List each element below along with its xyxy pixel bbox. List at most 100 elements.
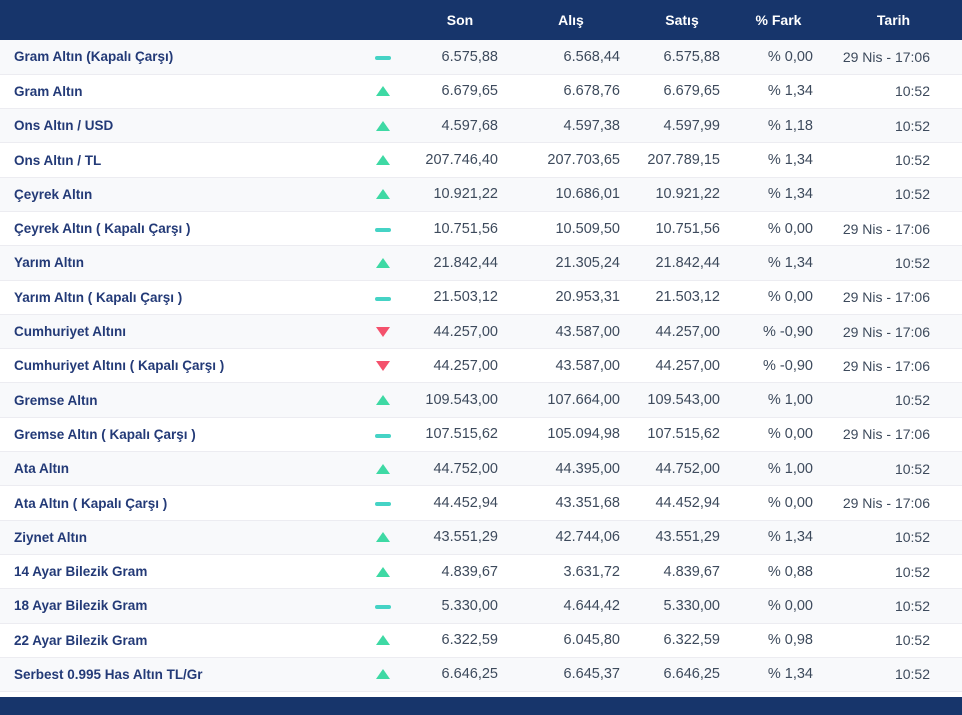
buy-price: 6.645,37: [563, 666, 620, 683]
buy-price: 105.094,98: [547, 426, 620, 443]
table-row[interactable]: 22 Ayar Bilezik Gram 6.322,59 6.045,80 6…: [0, 623, 962, 658]
table-row[interactable]: Ons Altın / TL 207.746,40 207.703,65 207…: [0, 142, 962, 178]
last-price: 44.257,00: [433, 323, 498, 340]
percent-change: % 0,88: [767, 563, 813, 580]
trend-down-icon: [376, 326, 390, 337]
last-price: 6.646,25: [441, 666, 498, 683]
sell-price: 4.839,67: [663, 563, 720, 580]
instrument-name-link[interactable]: 18 Ayar Bilezik Gram: [0, 589, 356, 623]
instrument-name-link[interactable]: Yarım Altın ( Kapalı Çarşı ): [0, 280, 356, 314]
sell-price: 44.257,00: [655, 357, 720, 374]
instrument-name-link[interactable]: Cumhuriyet Altını: [0, 314, 356, 348]
buy-price: 3.631,72: [563, 563, 620, 580]
sell-price: 44.452,94: [655, 495, 720, 511]
instrument-name-link[interactable]: Gremse Altın: [0, 383, 356, 417]
percent-change: % 1,00: [767, 392, 813, 409]
trend-flat-icon: [375, 433, 391, 438]
last-update-time: 10:52: [894, 83, 930, 100]
trend-up-icon: [376, 257, 390, 268]
sell-price: 44.752,00: [655, 460, 720, 477]
trend-up-icon: [376, 120, 390, 131]
trend-up-icon: [376, 463, 390, 474]
buy-price: 4.644,42: [563, 597, 620, 614]
header-trend-column: [356, 0, 410, 40]
trend-cell: [356, 623, 410, 657]
instrument-name-link[interactable]: 22 Ayar Bilezik Gram: [0, 623, 356, 657]
trend-cell: [356, 177, 410, 211]
table-row[interactable]: Cumhuriyet Altını 44.257,00 43.587,00 44…: [0, 314, 962, 349]
last-price: 6.679,65: [441, 83, 498, 100]
instrument-name-link[interactable]: 14 Ayar Bilezik Gram: [0, 554, 356, 588]
instrument-name-link[interactable]: Serbest 0.995 Has Altın TL/Gr: [0, 657, 356, 691]
instrument-name-link[interactable]: Gremse Altın ( Kapalı Çarşı ): [0, 417, 356, 451]
percent-change: % 1,34: [767, 186, 813, 203]
header-fark: % Fark: [732, 0, 825, 40]
instrument-name-link[interactable]: Çeyrek Altın: [0, 177, 356, 211]
instrument-name-link[interactable]: Ziynet Altın: [0, 520, 356, 554]
trend-cell: [356, 40, 410, 74]
buy-price: 6.678,76: [563, 83, 620, 100]
percent-change: % 0,00: [767, 426, 813, 443]
table-row[interactable]: Ons Altın / USD 4.597,68 4.597,38 4.597,…: [0, 108, 962, 143]
instrument-name-link[interactable]: Ata Altın: [0, 452, 356, 486]
table-row[interactable]: Çeyrek Altın 10.921,22 10.686,01 10.921,…: [0, 177, 962, 212]
trend-cell: [356, 417, 410, 451]
table-row[interactable]: Serbest 0.995 Has Altın TL/Gr 6.646,25 6…: [0, 657, 962, 692]
instrument-name-link[interactable]: Gram Altın (Kapalı Çarşı): [0, 40, 356, 74]
sell-price: 21.842,44: [655, 254, 720, 271]
instrument-name-link[interactable]: Ons Altın / TL: [0, 143, 356, 177]
gold-prices-table: Son Alış Satış % Fark Tarih Gram Altın (…: [0, 0, 962, 692]
instrument-name-link[interactable]: Çeyrek Altın ( Kapalı Çarşı ): [0, 211, 356, 245]
header-tarih: Tarih: [825, 0, 962, 40]
last-update-time: 10:52: [894, 460, 930, 477]
table-row[interactable]: Gram Altın 6.679,65 6.678,76 6.679,65 % …: [0, 74, 962, 109]
instrument-name-link[interactable]: Ons Altın / USD: [0, 109, 356, 143]
table-row[interactable]: Ata Altın 44.752,00 44.395,00 44.752,00 …: [0, 451, 962, 486]
sell-price: 43.551,29: [655, 529, 720, 546]
trend-cell: [356, 486, 410, 520]
percent-change: % -0,90: [763, 323, 813, 340]
percent-change: % 0,00: [767, 495, 813, 511]
last-price: 43.551,29: [433, 529, 498, 546]
table-row[interactable]: 18 Ayar Bilezik Gram 5.330,00 4.644,42 5…: [0, 588, 962, 624]
trend-cell: [356, 383, 410, 417]
table-row[interactable]: Yarım Altın 21.842,44 21.305,24 21.842,4…: [0, 245, 962, 281]
last-price: 109.543,00: [425, 392, 498, 409]
table-row[interactable]: Ziynet Altın 43.551,29 42.744,06 43.551,…: [0, 520, 962, 555]
instrument-name-link[interactable]: Gram Altın: [0, 74, 356, 108]
last-update-time: 29 Nis - 17:06: [842, 426, 930, 443]
last-price: 44.452,94: [433, 495, 498, 511]
instrument-name-link[interactable]: Cumhuriyet Altını ( Kapalı Çarşı ): [0, 349, 356, 383]
table-row[interactable]: Yarım Altın ( Kapalı Çarşı ) 21.503,12 2…: [0, 280, 962, 315]
table-row[interactable]: 14 Ayar Bilezik Gram 4.839,67 3.631,72 4…: [0, 554, 962, 589]
table-row[interactable]: Gremse Altın ( Kapalı Çarşı ) 107.515,62…: [0, 417, 962, 452]
sell-price: 5.330,00: [663, 597, 720, 614]
table-row[interactable]: Cumhuriyet Altını ( Kapalı Çarşı ) 44.25…: [0, 348, 962, 383]
last-update-time: 10:52: [894, 392, 930, 409]
last-price: 10.921,22: [433, 186, 498, 203]
table-row[interactable]: Gremse Altın 109.543,00 107.664,00 109.5…: [0, 382, 962, 418]
percent-change: % 1,34: [767, 529, 813, 546]
header-satis: Satış: [632, 0, 732, 40]
percent-change: % 1,34: [767, 666, 813, 683]
last-update-time: 10:52: [894, 563, 930, 580]
instrument-name-link[interactable]: Ata Altın ( Kapalı Çarşı ): [0, 486, 356, 520]
percent-change: % 0,00: [767, 289, 813, 306]
trend-flat-icon: [375, 605, 391, 610]
trend-up-icon: [376, 669, 390, 680]
sell-price: 10.751,56: [655, 220, 720, 237]
buy-price: 44.395,00: [555, 460, 620, 477]
table-row[interactable]: Gram Altın (Kapalı Çarşı) 6.575,88 6.568…: [0, 40, 962, 75]
trend-cell: [356, 280, 410, 314]
table-row[interactable]: Çeyrek Altın ( Kapalı Çarşı ) 10.751,56 …: [0, 211, 962, 246]
buy-price: 21.305,24: [555, 254, 620, 271]
last-price: 4.839,67: [441, 563, 498, 580]
table-header-row: Son Alış Satış % Fark Tarih: [0, 0, 962, 40]
table-row[interactable]: Ata Altın ( Kapalı Çarşı ) 44.452,94 43.…: [0, 485, 962, 521]
last-update-time: 10:52: [894, 152, 930, 169]
instrument-name-link[interactable]: Yarım Altın: [0, 246, 356, 280]
last-price: 44.257,00: [433, 357, 498, 374]
trend-cell: [356, 143, 410, 177]
sell-price: 107.515,62: [647, 426, 720, 443]
last-price: 44.752,00: [433, 460, 498, 477]
